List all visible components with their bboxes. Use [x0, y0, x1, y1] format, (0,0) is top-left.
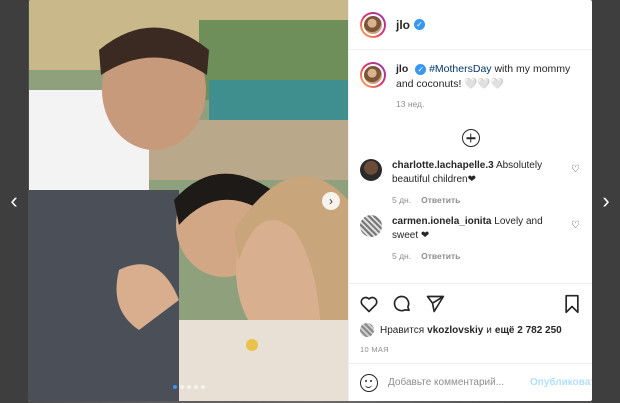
comment-time: 5 дн.	[392, 195, 412, 206]
caption-avatar[interactable]	[360, 62, 386, 88]
caption-text: jlo ✓ #MothersDay with my mommy and coco…	[396, 62, 581, 91]
comment-time: 5 дн.	[392, 251, 412, 262]
likes-prefix: Нравится	[380, 324, 425, 336]
carousel-dot	[200, 385, 205, 389]
reply-button[interactable]: Ответить	[421, 195, 460, 205]
carousel-dot	[193, 385, 198, 389]
comment-text: charlotte.lachapelle.3 Absolutely beauti…	[392, 159, 565, 187]
author-avatar[interactable]	[360, 11, 386, 38]
carousel-dot	[179, 385, 184, 389]
liker-avatar[interactable]	[360, 323, 374, 337]
comment-meta: 5 дн. Ответить	[392, 251, 565, 261]
post-caption: jlo ✓ #MothersDay with my mommy and coco…	[360, 62, 581, 109]
comment-meta: 5 дн. Ответить	[392, 195, 565, 205]
share-icon[interactable]	[425, 294, 445, 314]
chevron-left-icon[interactable]: ‹	[4, 190, 24, 212]
comments-section: jlo ✓ #MothersDay with my mommy and coco…	[349, 50, 592, 283]
heart-icon[interactable]: ♡	[571, 221, 581, 231]
caption-username[interactable]: jlo	[396, 63, 408, 75]
add-comment-bar: Опубликовать	[349, 363, 592, 401]
chevron-right-icon[interactable]: ›	[596, 190, 616, 212]
comment-username[interactable]: carmen.ionela_ionita	[392, 216, 491, 227]
comment-item: charlotte.lachapelle.3 Absolutely beauti…	[360, 159, 581, 205]
comment-input[interactable]	[388, 377, 520, 388]
post-date: 10 МАЯ	[360, 345, 389, 354]
photo-illustration	[29, 0, 348, 401]
reply-button[interactable]: Ответить	[421, 251, 460, 261]
comment-text: carmen.ionela_ionita Lovely and sweet ❤	[392, 215, 565, 243]
action-bar	[349, 283, 592, 323]
post-side-panel: jlo ✓ jlo ✓ #MothersDay with my mommy an…	[348, 0, 592, 401]
author-username[interactable]: jlo	[396, 18, 410, 32]
heart-icon[interactable]	[359, 294, 379, 314]
comment-username[interactable]: charlotte.lachapelle.3	[392, 160, 494, 171]
verified-icon: ✓	[415, 63, 427, 75]
carousel-dot	[186, 385, 191, 389]
emoji-icon[interactable]	[360, 373, 378, 392]
likes-summary: Нравится vkozlovskiy и ещё 2 782 250	[349, 323, 592, 337]
likes-connector: и	[486, 324, 492, 336]
caption-hashtag[interactable]: #MothersDay	[429, 63, 491, 75]
media-next-button[interactable]: ›	[322, 192, 340, 210]
plus-circle-icon[interactable]	[461, 129, 480, 148]
commenter-avatar[interactable]	[360, 215, 382, 238]
carousel-dot	[172, 385, 177, 389]
carousel-indicator	[29, 385, 348, 389]
bookmark-icon[interactable]	[562, 294, 582, 314]
likes-count[interactable]: ещё 2 782 250	[495, 325, 562, 336]
comment-item: carmen.ionela_ionita Lovely and sweet ❤ …	[360, 215, 581, 261]
liker-username[interactable]: vkozlovskiy	[427, 325, 483, 336]
verified-icon: ✓	[414, 19, 425, 30]
comment-icon[interactable]	[392, 294, 412, 314]
publish-button[interactable]: Опубликовать	[530, 377, 592, 388]
post-photo[interactable]: ›	[29, 0, 348, 401]
post-header: jlo ✓	[349, 0, 592, 50]
post-modal: › jlo ✓ jlo ✓ #MothersDay with my mommy …	[29, 0, 592, 401]
heart-icon[interactable]: ♡	[571, 165, 581, 175]
commenter-avatar[interactable]	[360, 159, 382, 182]
caption-time: 13 нед.	[396, 99, 425, 110]
